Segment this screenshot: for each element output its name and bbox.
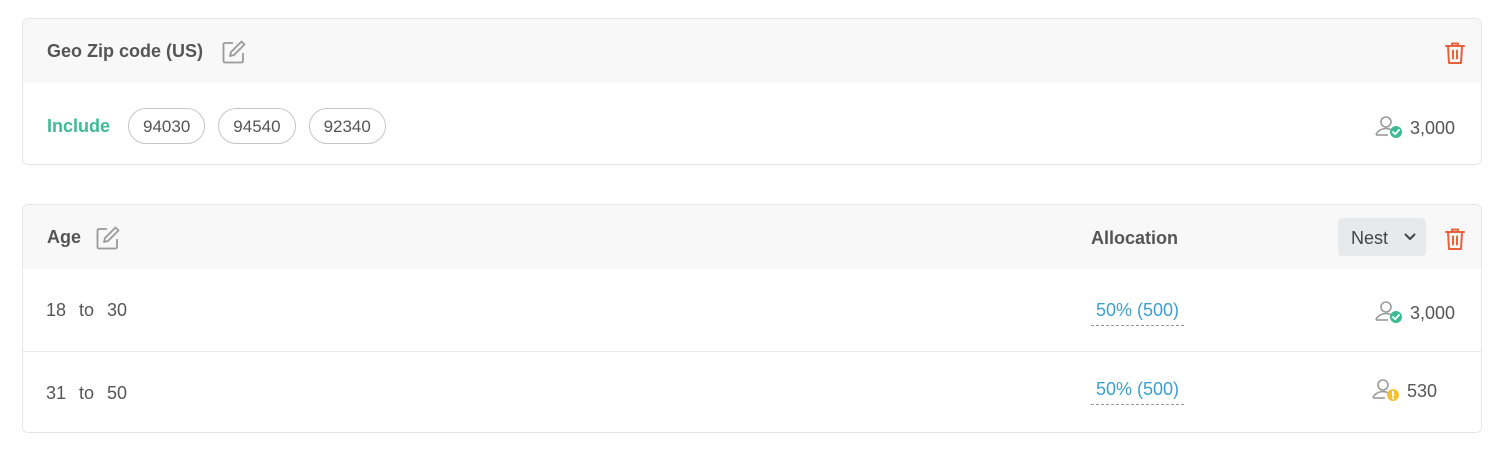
age-range-row: 18 to 30 50% (500) 3,000 bbox=[23, 269, 1481, 352]
geo-card-title: Geo Zip code (US) bbox=[47, 41, 204, 61]
trash-icon[interactable] bbox=[1444, 227, 1466, 251]
age-range-row: 31 to 50 50% (500) 530 bbox=[23, 352, 1481, 432]
geo-card-body: Include 94030 94540 92340 3,000 bbox=[23, 83, 1481, 164]
geo-card-header: Geo Zip code (US) bbox=[23, 19, 1481, 83]
zip-chip[interactable]: 92340 bbox=[308, 108, 386, 144]
age-card: Age Allocation Nest 18 to 30 50% (500) 3… bbox=[22, 204, 1482, 433]
reach-count: 3,000 bbox=[1374, 113, 1455, 143]
allocation-link[interactable]: 50% (500) bbox=[1091, 379, 1184, 405]
age-to: 50 bbox=[107, 383, 128, 403]
age-to-word: to bbox=[79, 383, 95, 403]
zip-chip[interactable]: 94540 bbox=[218, 108, 296, 144]
age-to: 30 bbox=[107, 300, 128, 320]
geo-zip-card: Geo Zip code (US) Include 94030 94540 92… bbox=[22, 18, 1482, 165]
zip-chip[interactable]: 94030 bbox=[128, 108, 206, 144]
zip-chip-list: 94030 94540 92340 bbox=[128, 108, 386, 144]
age-from: 18 bbox=[46, 300, 67, 320]
reach-value: 3,000 bbox=[1409, 118, 1455, 138]
reach-value: 530 bbox=[1406, 381, 1437, 401]
age-from: 31 bbox=[46, 383, 67, 403]
age-range-text: 31 to 50 bbox=[46, 383, 127, 404]
reach-count: 3,000 bbox=[1374, 298, 1455, 328]
user-check-icon bbox=[1375, 116, 1402, 138]
age-to-word: to bbox=[79, 300, 95, 320]
age-range-text: 18 to 30 bbox=[46, 300, 127, 321]
reach-count: 530 bbox=[1371, 376, 1437, 406]
allocation-header: Allocation bbox=[1091, 228, 1179, 248]
chevron-down-icon bbox=[1404, 233, 1416, 240]
edit-icon[interactable] bbox=[95, 225, 121, 251]
user-check-icon bbox=[1375, 301, 1402, 323]
trash-icon[interactable] bbox=[1444, 41, 1466, 65]
nest-dropdown-button[interactable]: Nest bbox=[1338, 218, 1426, 256]
reach-value: 3,000 bbox=[1409, 303, 1455, 323]
user-warning-icon bbox=[1372, 379, 1399, 401]
age-card-header: Age Allocation Nest bbox=[23, 205, 1481, 269]
nest-label: Nest bbox=[1351, 228, 1389, 248]
edit-icon[interactable] bbox=[221, 39, 247, 65]
age-card-title: Age bbox=[47, 227, 82, 247]
include-label[interactable]: Include bbox=[47, 83, 110, 164]
allocation-link[interactable]: 50% (500) bbox=[1091, 300, 1184, 326]
